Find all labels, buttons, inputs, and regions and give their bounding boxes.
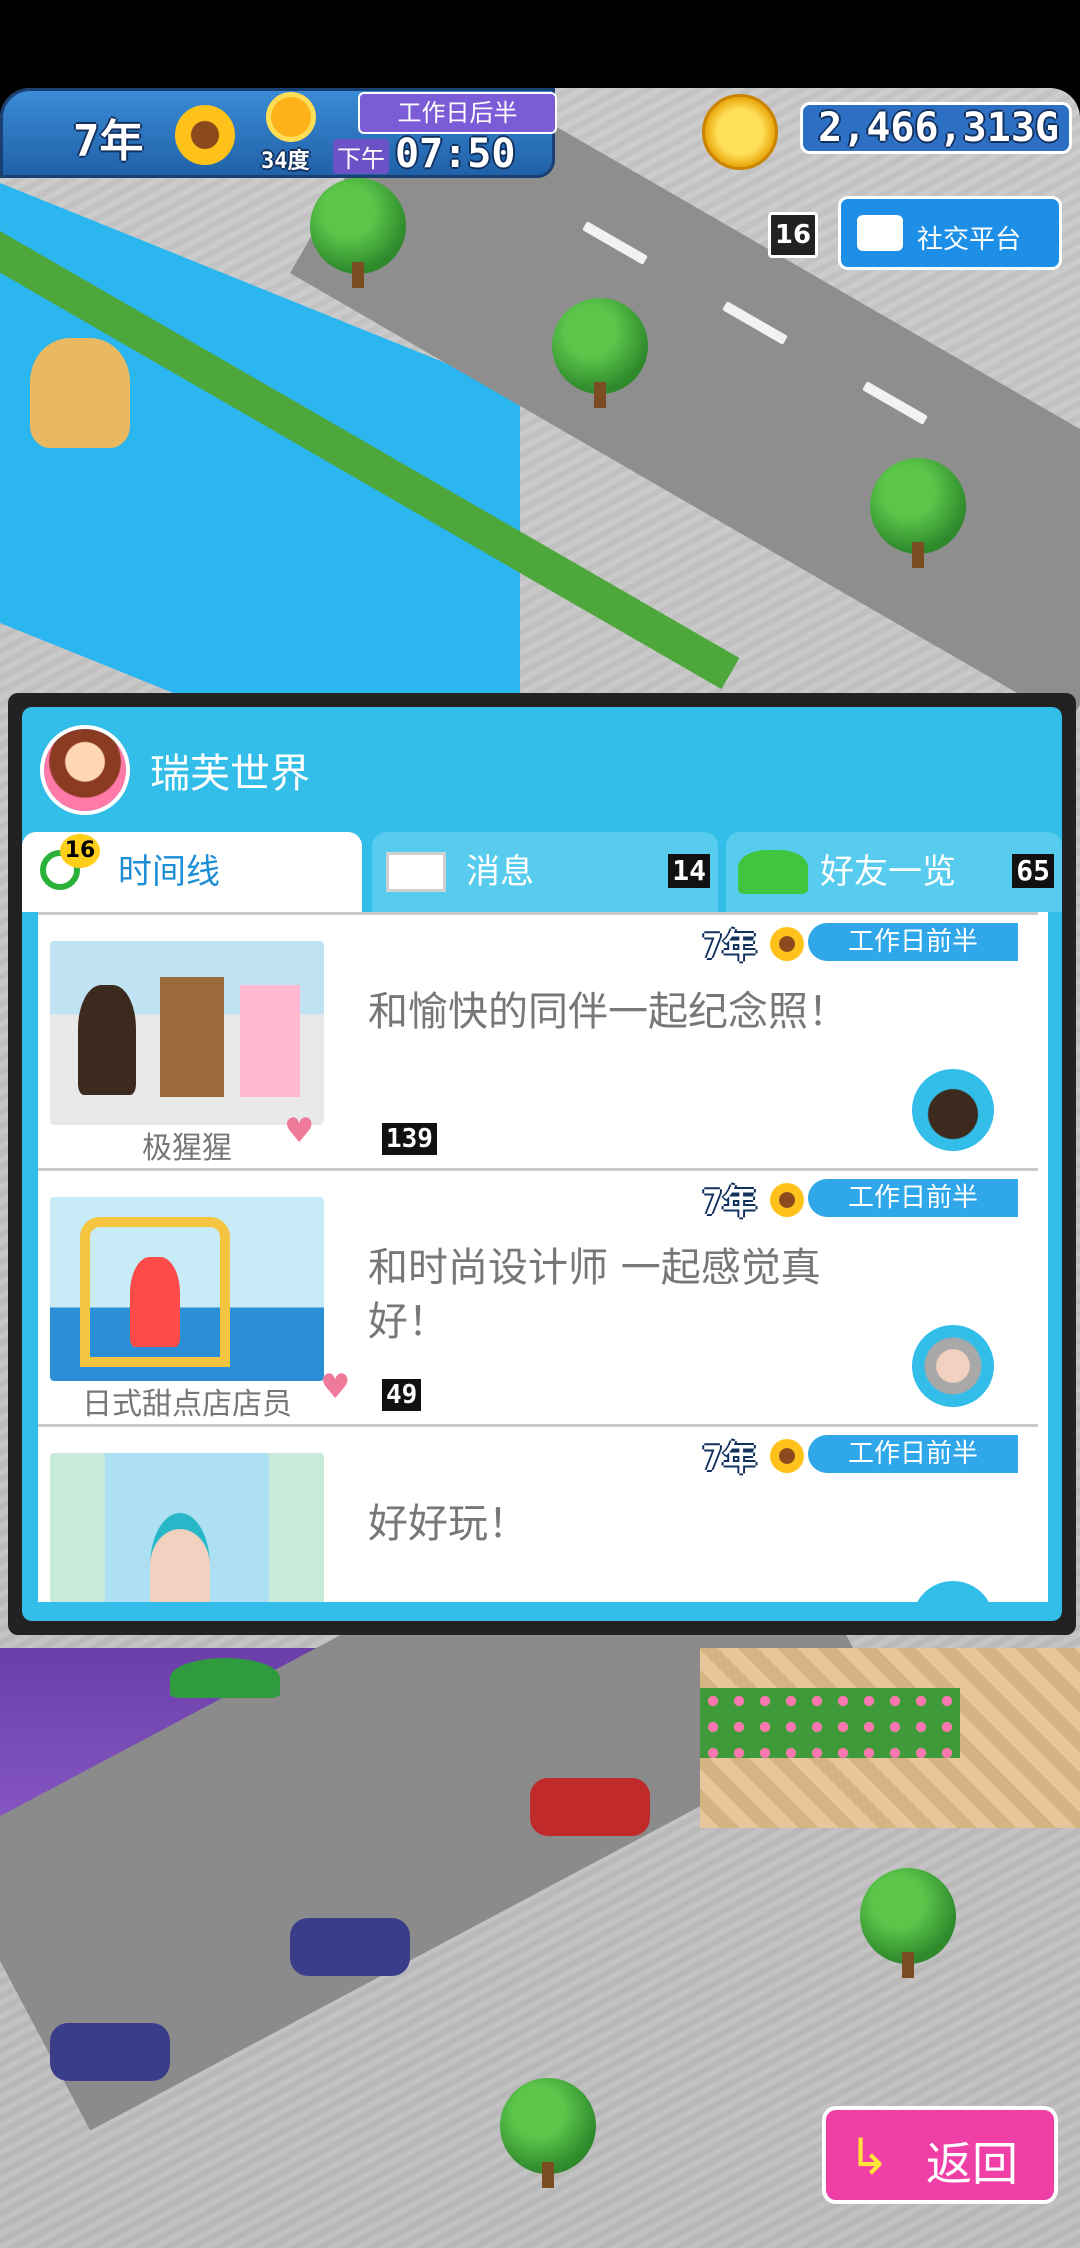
flower-bed bbox=[700, 1688, 960, 1758]
social-panel: 瑞芙世界 16 时间线 消息 14 好友一览 65 极猩猩 ♥ 139 7年 工… bbox=[8, 693, 1076, 1635]
box-figure bbox=[160, 977, 224, 1097]
red-car bbox=[530, 1778, 650, 1836]
post-avatar bbox=[908, 1065, 998, 1155]
return-arrow-icon: ↳ bbox=[848, 2128, 890, 2186]
tab-messages-label: 消息 bbox=[466, 852, 534, 892]
time-of-day: 下午 bbox=[333, 139, 389, 174]
phase-tag: 工作日后半 bbox=[358, 92, 557, 134]
post-likes: 49 bbox=[382, 1379, 422, 1411]
envelope-icon bbox=[386, 852, 446, 892]
post-author: 日式甜点店店员 bbox=[82, 1387, 292, 1422]
post-avatar bbox=[908, 1321, 998, 1411]
tab-friends[interactable]: 好友一览 65 bbox=[726, 832, 1062, 912]
back-label: 返回 bbox=[926, 2137, 1018, 2191]
blue-car bbox=[50, 2023, 170, 2081]
post-year: 7年 bbox=[702, 927, 757, 967]
temperature: 34度 bbox=[261, 149, 310, 174]
money-counter: 2,466,313G bbox=[800, 102, 1072, 154]
post-avatar bbox=[908, 1577, 998, 1602]
post-text: 和时尚设计师 一起感觉真好！ bbox=[368, 1245, 821, 1345]
post-phase: 工作日前半 bbox=[808, 923, 1018, 961]
tree bbox=[500, 2078, 596, 2188]
tree bbox=[552, 298, 648, 408]
post-text: 好好玩！ bbox=[368, 1501, 528, 1547]
fountain-rock bbox=[30, 338, 130, 448]
post-photo bbox=[50, 1453, 324, 1602]
social-label: 社交平台 bbox=[917, 225, 1022, 255]
world-name: 瑞芙世界 bbox=[150, 751, 310, 797]
messages-count: 14 bbox=[668, 854, 710, 888]
post-year: 7年 bbox=[702, 1183, 757, 1223]
swimmer-figure bbox=[130, 1257, 180, 1347]
world-avatar bbox=[40, 725, 130, 815]
social-count-badge: 16 bbox=[768, 212, 818, 258]
player-figure bbox=[150, 1513, 210, 1602]
social-panel-body: 瑞芙世界 16 时间线 消息 14 好友一览 65 极猩猩 ♥ 139 7年 工… bbox=[22, 707, 1062, 1621]
tab-timeline-label: 时间线 bbox=[118, 852, 220, 892]
timeline-list[interactable]: 极猩猩 ♥ 139 7年 工作日前半 和愉快的同伴一起纪念照！ 日式甜点店店员 … bbox=[38, 912, 1048, 1602]
timeline-post[interactable]: 7年 工作日前半 好好玩！ bbox=[38, 1424, 1038, 1602]
tree bbox=[870, 458, 966, 568]
tree bbox=[860, 1868, 956, 1978]
blue-car bbox=[290, 1918, 410, 1976]
timeline-post[interactable]: 日式甜点店店员 ♥ 49 7年 工作日前半 和时尚设计师 一起感觉真好！ bbox=[38, 1168, 1038, 1427]
timeline-badge: 16 bbox=[60, 834, 100, 868]
sunflower-icon bbox=[770, 1183, 804, 1217]
sun-icon bbox=[271, 97, 311, 137]
tree bbox=[310, 178, 406, 288]
friends-icon bbox=[738, 850, 808, 894]
girl-figure bbox=[240, 985, 300, 1097]
gold-coin-icon bbox=[702, 94, 778, 170]
post-photo bbox=[50, 941, 324, 1125]
tab-messages[interactable]: 消息 14 bbox=[372, 832, 718, 912]
post-phase: 工作日前半 bbox=[808, 1179, 1018, 1217]
post-author: 极猩猩 bbox=[142, 1131, 232, 1166]
post-likes: 139 bbox=[382, 1123, 437, 1155]
post-phase: 工作日前半 bbox=[808, 1435, 1018, 1473]
sunflower-icon bbox=[770, 927, 804, 961]
social-platform-button[interactable]: 社交平台 bbox=[838, 196, 1062, 270]
year-display: 7年 bbox=[73, 116, 144, 167]
clock: 07:50 bbox=[395, 131, 516, 177]
heart-icon: ♥ bbox=[320, 1367, 351, 1407]
post-photo bbox=[50, 1197, 324, 1381]
umbrella bbox=[170, 1658, 280, 1698]
post-year: 7年 bbox=[702, 1439, 757, 1479]
back-button[interactable]: ↳ 返回 bbox=[822, 2106, 1058, 2204]
camera-icon bbox=[857, 215, 903, 251]
sunflower-icon bbox=[175, 105, 235, 165]
tab-timeline[interactable]: 16 时间线 bbox=[22, 832, 362, 912]
post-text: 和愉快的同伴一起纪念照！ bbox=[368, 989, 848, 1035]
friends-count: 65 bbox=[1012, 854, 1054, 888]
gorilla-figure bbox=[78, 985, 136, 1095]
timeline-post[interactable]: 极猩猩 ♥ 139 7年 工作日前半 和愉快的同伴一起纪念照！ bbox=[38, 912, 1038, 1171]
heart-icon: ♥ bbox=[284, 1111, 315, 1151]
sunflower-icon bbox=[770, 1439, 804, 1473]
tab-friends-label: 好友一览 bbox=[820, 852, 956, 892]
